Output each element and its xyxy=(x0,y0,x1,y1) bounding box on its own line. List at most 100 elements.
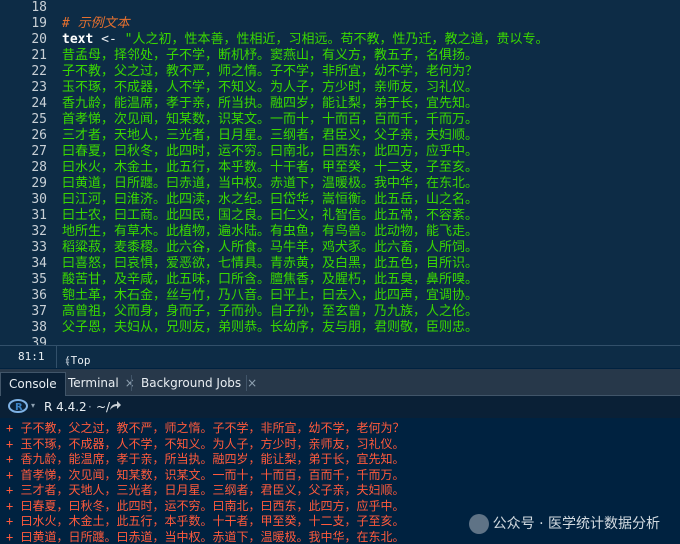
line-number: 39 xyxy=(31,336,47,345)
console-line: + 香九龄，能温席，孝于亲，所当执。融四岁，能让梨，弟于长，宜先知。 xyxy=(6,452,405,466)
code-identifier: text xyxy=(62,32,94,47)
code-line: 酸苦甘，及辛咸，此五味，口所含。膻焦香，及腥朽，此五臭，鼻所嗅。 xyxy=(62,272,478,288)
code-line: 曰黄道，日所躔。曰赤道，当中权。赤道下，温暖极。我中华，在东北。 xyxy=(62,176,478,192)
code-string: 酸苦甘，及辛咸，此五味，口所含。膻焦香，及腥朽，此五臭，鼻所嗅。 xyxy=(62,272,479,287)
r-logo-icon: R xyxy=(8,399,28,416)
code-string: 首孝悌，次见闻，知某数，识某文。一而十，十而百，百而千，千而万。 xyxy=(62,112,479,127)
code-line: 曰江河，曰淮济。此四渎，水之纪。曰岱华，嵩恒衡。此五岳，山之名。 xyxy=(62,192,478,208)
editor-status-bar: 81:1 (Top Level) ⇕ xyxy=(0,345,680,380)
code-line: 三才者，天地人，三光者，日月星。三纲者，君臣义，父子亲，夫妇顺。 xyxy=(62,128,478,144)
tab-background-jobs[interactable]: Background Jobs × xyxy=(141,372,257,395)
r-version: R 4.4.2 xyxy=(44,400,87,414)
code-string: 香九龄，能温席，孝于亲，所当执。融四岁，能让梨，弟于长，宜先知。 xyxy=(62,96,479,111)
tab-label: Background Jobs xyxy=(141,376,242,390)
code-string: "人之初，性本善，性相近，习相远。苟不教，性乃迁，教之道，贵以专。 xyxy=(124,32,549,47)
wechat-logo-icon xyxy=(468,514,489,534)
code-line: 父子恩，夫妇从，兄则友，弟则恭。长幼序，友与朋，君则敬，臣则忠。 xyxy=(62,320,478,336)
line-number: 32 xyxy=(31,224,47,239)
line-number: 37 xyxy=(31,304,47,319)
line-number: 33 xyxy=(31,240,47,255)
close-icon[interactable]: × xyxy=(247,376,257,390)
code-string: 地所生，有草木。此植物，遍水陆。有虫鱼，有鸟兽。此动物，能飞走。 xyxy=(62,224,479,239)
code-string: 曰水火，木金土，此五行，本乎数。十干者，甲至癸，十二支，子至亥。 xyxy=(62,160,479,175)
tab-label: Terminal xyxy=(68,376,119,390)
code-line: 地所生，有草木。此植物，遍水陆。有虫鱼，有鸟兽。此动物，能飞走。 xyxy=(62,224,478,240)
code-area[interactable]: # 示例文本 text <- "人之初，性本善，性相近，习相远。苟不教，性乃迁，教… xyxy=(62,0,680,345)
status-divider xyxy=(56,346,57,368)
code-line: 香九龄，能温席，孝于亲，所当执。融四岁，能让梨，弟于长，宜先知。 xyxy=(62,96,478,112)
line-number: 31 xyxy=(31,208,47,223)
line-number: 22 xyxy=(31,64,47,79)
line-number: 28 xyxy=(31,160,47,175)
code-line: 稻粱菽，麦黍稷。此六谷，人所食。马牛羊，鸡犬豕。此六畜，人所饲。 xyxy=(62,240,478,256)
source-editor[interactable]: 18 19 20 21 22 23 24 25 26 27 28 29 30 31 32 33 34 35 36 37… xyxy=(0,0,680,345)
code-operator: <- xyxy=(93,32,125,47)
line-number: 21 xyxy=(31,48,47,63)
line-number: 30 xyxy=(31,192,47,207)
code-line: 匏土革，木石金，丝与竹，乃八音。曰平上，曰去入，此四声，宜调协。 xyxy=(62,288,478,304)
code-string: 三才者，天地人，三光者，日月星。三纲者，君臣义，父子亲，夫妇顺。 xyxy=(62,128,479,143)
code-line: 子不教，父之过，教不严，师之惰。子不学，非所宜，幼不学，老何为？ xyxy=(62,64,478,80)
code-line: 高曾祖，父而身，身而子，子而孙。自子孙，至玄曾，乃九族，人之伦。 xyxy=(62,304,478,320)
line-number: 29 xyxy=(31,176,47,191)
line-number: 27 xyxy=(31,144,47,159)
code-string: 曰春夏，曰秋冬，此四时，运不穷。曰南北，曰西东，此四方，应乎中。 xyxy=(62,144,479,159)
cursor-position: 81:1 xyxy=(18,350,45,363)
line-number: 20 xyxy=(31,32,47,47)
console-line: + 曰黄道，日所躔。曰赤道，当中权。赤道下，温暖极。我中华，在东北。 xyxy=(6,529,405,544)
watermark-text: 公众号 · 医学统计数据分析 xyxy=(492,516,660,532)
line-number: 23 xyxy=(31,80,47,95)
tab-console[interactable]: Console xyxy=(0,372,66,396)
line-number: 25 xyxy=(31,112,47,127)
console-line: + 三才者，天地人，三光者，日月星。三纲者，君臣义，父子亲，夫妇顺。 xyxy=(6,483,405,497)
code-string: 父子恩，夫妇从，兄则友，弟则恭。长幼序，友与朋，君则敬，臣则忠。 xyxy=(62,320,479,335)
console-header: R ▾ R 4.4.2 · ~/ xyxy=(0,396,680,419)
code-line: 曰喜怒，曰哀惧，爱恶欲，七情具。青赤黄，及白黑，此五色，目所识。 xyxy=(62,256,478,272)
code-string: 玉不琢，不成器，人不学，不知义。为人子，方少时，亲师友，习礼仪。 xyxy=(62,80,479,95)
line-number: 24 xyxy=(31,96,47,111)
line-number: 35 xyxy=(31,272,47,287)
chevron-down-icon[interactable]: ▾ xyxy=(31,401,35,410)
code-string: 曰江河，曰淮济。此四渎，水之纪。曰岱华，嵩恒衡。此五岳，山之名。 xyxy=(62,192,479,207)
code-string: 曰黄道，日所躔。曰赤道，当中权。赤道下，温暖极。我中华，在东北。 xyxy=(62,176,479,191)
code-string: 稻粱菽，麦黍稷。此六谷，人所食。马牛羊，鸡犬豕。此六畜，人所饲。 xyxy=(62,240,479,255)
line-number: 19 xyxy=(31,16,47,31)
tab-terminal[interactable]: Terminal × xyxy=(68,372,135,395)
code-comment: # 示例文本 xyxy=(62,16,130,31)
close-icon[interactable]: × xyxy=(125,376,135,390)
code-line: 昔孟母，择邻处，子不学，断机杼。窦燕山，有义方，教五子，名俱扬。 xyxy=(62,48,478,64)
console-line: + 玉不琢，不成器，人不学，不知义。为人子，方少时，亲师友，习礼仪。 xyxy=(6,436,405,451)
console-tab-bar: Console Terminal × Background Jobs × xyxy=(0,369,680,396)
line-number: 34 xyxy=(31,256,47,271)
code-line: # 示例文本 xyxy=(62,16,130,32)
code-line: text <- "人之初，性本善，性相近，习相远。苟不教，性乃迁，教之道，贵以专… xyxy=(62,32,548,48)
line-number: 18 xyxy=(31,0,47,15)
tab-divider xyxy=(246,375,247,391)
console-line: + 首孝悌，次见闻，知某数，识某文。一而十，十而百，百而千，千而万。 xyxy=(6,467,405,482)
line-number: 26 xyxy=(31,128,47,143)
line-number: 38 xyxy=(31,320,47,335)
code-string: 子不教，父之过，教不严，师之惰。子不学，非所宜，幼不学，老何为？ xyxy=(62,64,479,79)
code-line: 曰春夏，曰秋冬，此四时，运不穷。曰南北，曰西东，此四方，应乎中。 xyxy=(62,144,478,160)
go-to-directory-icon[interactable] xyxy=(108,399,122,416)
code-line: 曰水火，木金土，此五行，本乎数。十干者，甲至癸，十二支，子至亥。 xyxy=(62,160,478,176)
scope-arrow-icon: ⇕ xyxy=(64,354,71,367)
svg-text:R: R xyxy=(15,402,23,413)
line-number: 36 xyxy=(31,288,47,303)
code-line: 玉不琢，不成器，人不学，不知义。为人子，方少时，亲师友，习礼仪。 xyxy=(62,80,478,96)
watermark: 公众号 · 医学统计数据分析 xyxy=(468,513,660,534)
code-string: 匏土革，木石金，丝与竹，乃八音。曰平上，曰去入，此四声，宜调协。 xyxy=(62,288,479,303)
tab-label: Console xyxy=(9,377,57,391)
console-line: + 子不教，父之过，教不严，师之惰。子不学，非所宜，幼不学，老何为？ xyxy=(6,421,405,435)
code-string: 昔孟母，择邻处，子不学，断机杼。窦燕山，有义方，教五子，名俱扬。 xyxy=(62,48,479,63)
line-number-gutter: 18 19 20 21 22 23 24 25 26 27 28 29 30 31 32 33 34 35 36 37… xyxy=(0,0,56,345)
code-string: 曰喜怒，曰哀惧，爱恶欲，七情具。青赤黄，及白黑，此五色，目所识。 xyxy=(62,256,479,271)
code-string: 曰士农，曰工商。此四民，国之良。曰仁义，礼智信。此五常，不容紊。 xyxy=(62,208,479,223)
console-line: + 曰水火，木金土，此五行，本乎数。十干者，甲至癸，十二支，子至亥。 xyxy=(6,514,405,528)
code-string: 高曾祖，父而身，身而子，子而孙。自子孙，至玄曾，乃九族，人之伦。 xyxy=(62,304,479,319)
tab-divider xyxy=(131,375,132,391)
code-line: 首孝悌，次见闻，知某数，识某文。一而十，十而百，百而千，千而万。 xyxy=(62,112,478,128)
code-line: 曰士农，曰工商。此四民，国之良。曰仁义，礼智信。此五常，不容紊。 xyxy=(62,208,478,224)
path-separator: · xyxy=(88,400,92,414)
console-line: + 曰春夏，曰秋冬，此四时，运不穷。曰南北，曰西东，此四方，应乎中。 xyxy=(6,498,405,513)
